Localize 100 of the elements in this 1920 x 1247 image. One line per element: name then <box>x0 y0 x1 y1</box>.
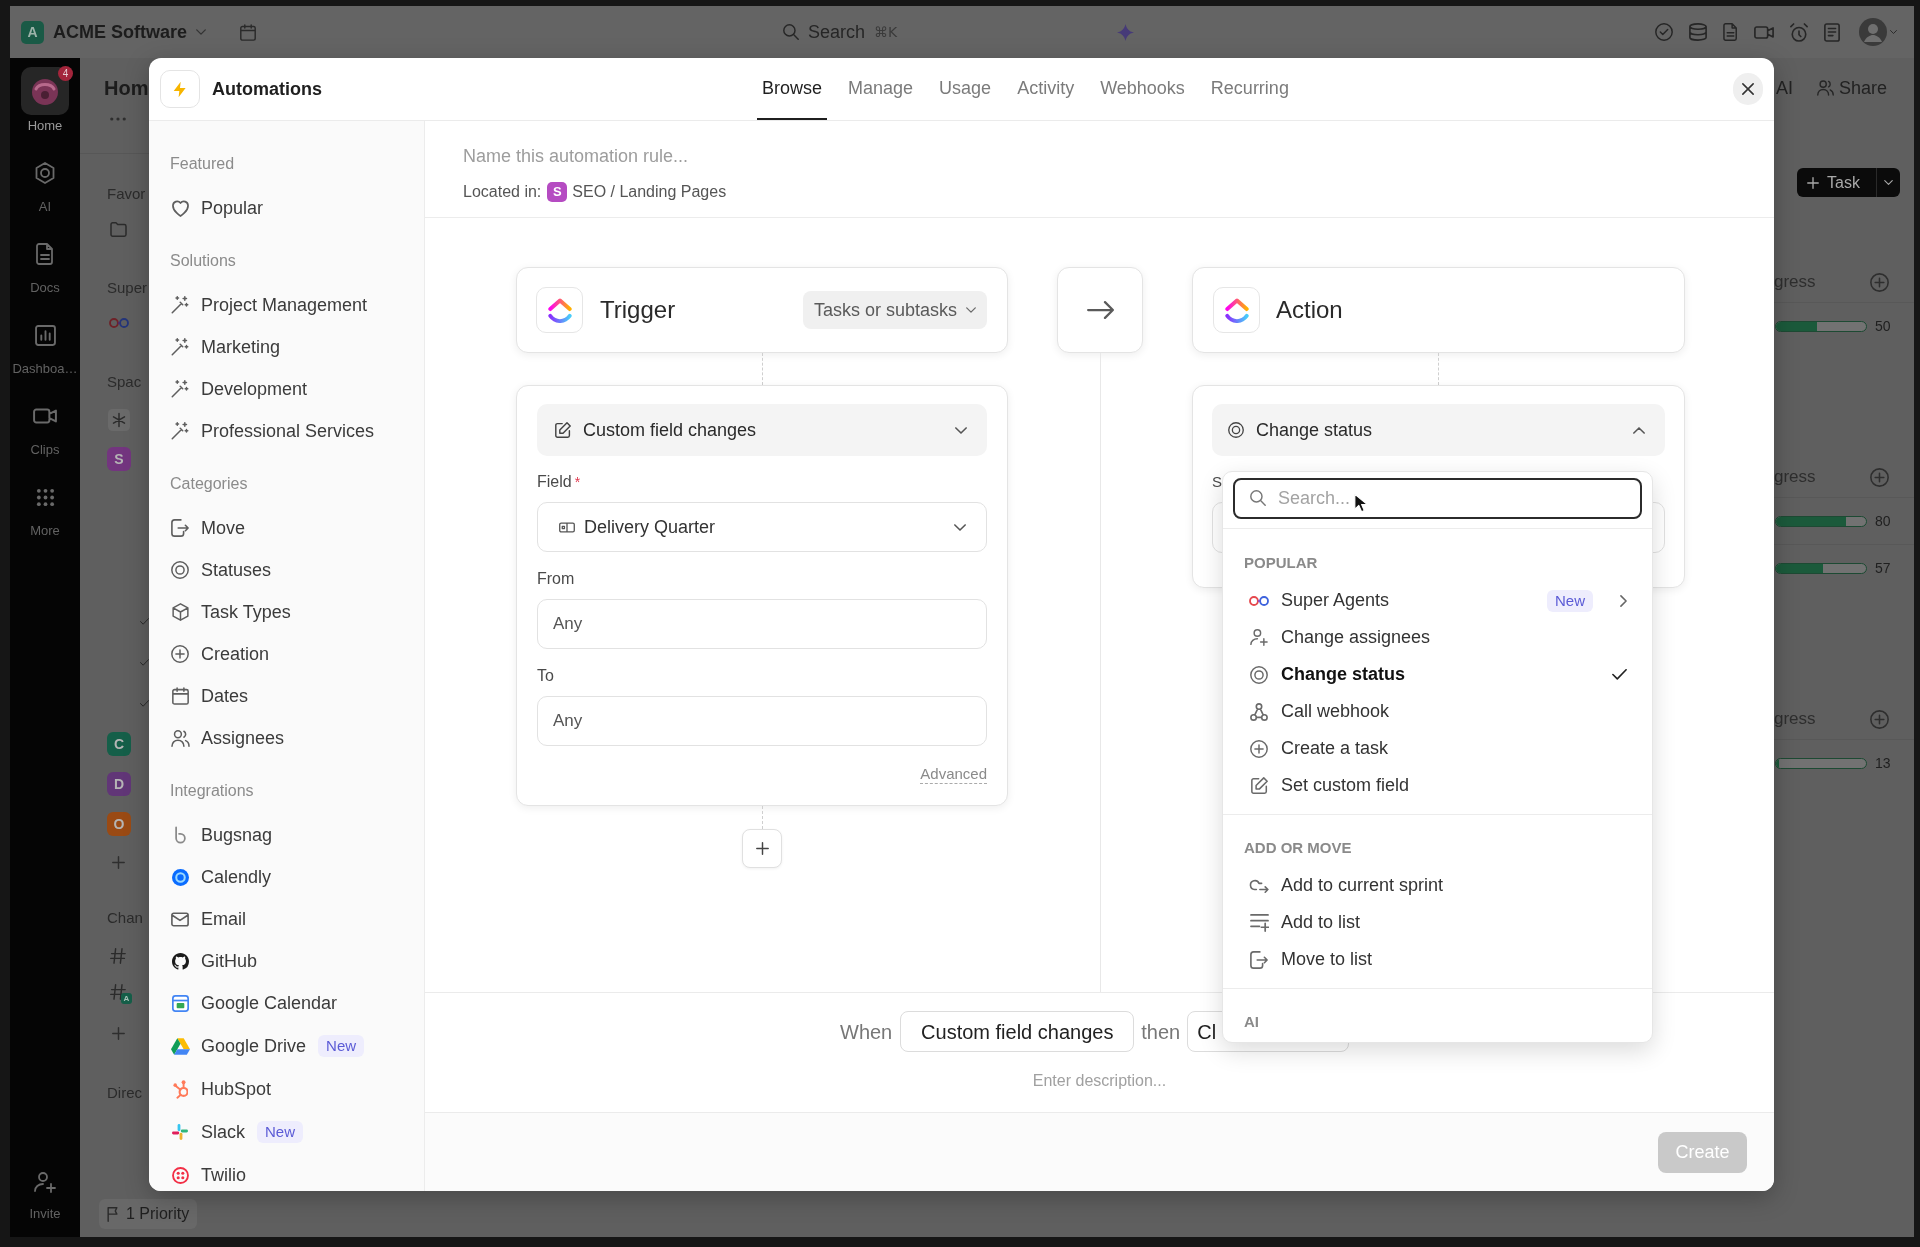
sidebar-item[interactable]: Popular <box>170 187 424 229</box>
sidebar-item[interactable]: Calendly <box>170 856 424 898</box>
value-field[interactable]: Any <box>537 696 987 746</box>
tab[interactable]: Usage <box>934 58 997 120</box>
event-select[interactable]: Change status <box>1212 404 1665 456</box>
close-button[interactable] <box>1733 73 1763 105</box>
magic-wand-icon <box>171 380 189 398</box>
search-field[interactable]: Search... <box>1233 478 1642 519</box>
menu-item[interactable]: Call webhook <box>1223 693 1652 730</box>
menu-item[interactable]: Add to current sprint <box>1223 867 1652 904</box>
sidebar-item[interactable]: HubSpot <box>170 1068 424 1110</box>
add-task-button[interactable]: Task <box>1797 168 1900 197</box>
sidebar-item[interactable]: Bugsnag <box>170 814 424 856</box>
nodes-icon <box>1250 702 1268 721</box>
event-select[interactable]: Custom field changes <box>537 404 987 456</box>
menu-heading: AI <box>1244 1011 1259 1032</box>
location-path[interactable]: SEO / Landing Pages <box>572 180 727 204</box>
video-camera-icon <box>33 408 57 424</box>
sidebar-item[interactable]: Task Types <box>170 591 424 633</box>
mouse-pointer-icon <box>1354 493 1368 513</box>
scope-select[interactable]: Tasks or subtasks <box>802 291 987 329</box>
cube-icon <box>171 603 189 621</box>
new-badge: New <box>1547 589 1593 612</box>
notepad-icon <box>1824 22 1840 42</box>
sidebar-item[interactable]: Statuses <box>170 549 424 591</box>
sidebar-item[interactable]: Google Drive New <box>170 1024 424 1068</box>
cat-logo-icon <box>171 952 189 970</box>
more-icon <box>110 117 126 121</box>
card-title: Action <box>1276 295 1343 325</box>
calendar-icon <box>240 23 256 41</box>
rail-button[interactable]: 4 Home <box>10 58 80 150</box>
magic-wand-icon <box>171 422 189 440</box>
sidebar-item[interactable]: Development <box>170 368 424 410</box>
sidebar-item[interactable]: Dates <box>170 675 424 717</box>
progress-reading: 80 <box>1875 511 1891 531</box>
description-field[interactable]: Enter description... <box>949 1071 1250 1091</box>
chevron-logo-icon <box>1213 287 1260 333</box>
page-title: Hom <box>104 76 149 101</box>
channel-badge: A <box>121 993 132 1004</box>
sidebar-item[interactable]: Creation <box>170 633 424 675</box>
sidebar-item[interactable]: Google Calendar <box>170 982 424 1024</box>
box-arrow-icon <box>1250 950 1268 969</box>
check-icon <box>140 700 149 707</box>
sidebar-item[interactable]: Twilio <box>170 1154 424 1191</box>
sidebar-item[interactable]: Professional Services <box>170 410 424 452</box>
location-label: Located in: <box>463 182 542 202</box>
space-avatar[interactable]: C <box>107 732 131 756</box>
plus-icon <box>112 855 125 869</box>
menu-item[interactable]: Set custom field <box>1223 767 1652 804</box>
tab[interactable]: Manage <box>843 58 919 120</box>
card-title: Trigger <box>600 295 676 325</box>
chevron-down-icon <box>966 307 976 313</box>
target-icon <box>1250 665 1268 684</box>
sidebar-item[interactable]: Slack New <box>170 1110 424 1154</box>
value-field[interactable]: Any <box>537 599 987 649</box>
menu-item[interactable]: Create a task <box>1223 730 1652 767</box>
sidebar-item[interactable]: Project Management <box>170 284 424 326</box>
trigger-chip[interactable]: Custom field changes <box>900 1011 1135 1052</box>
section-heading: Categories <box>170 474 248 494</box>
workspace-logo[interactable]: A <box>21 20 44 44</box>
space-avatar[interactable]: D <box>107 772 131 796</box>
sidebar-item[interactable]: Move <box>170 507 424 549</box>
tab[interactable]: Recurring <box>1205 58 1294 120</box>
chevron-logo-icon <box>536 287 583 333</box>
menu-heading: POPULAR <box>1244 552 1318 573</box>
target-icon <box>1228 422 1244 438</box>
sidebar-item[interactable]: Assignees <box>170 717 424 759</box>
menu-item[interactable]: Move to list <box>1223 941 1652 978</box>
menu-heading: ADD OR MOVE <box>1244 837 1352 858</box>
field-select[interactable]: Delivery Quarter <box>537 502 987 552</box>
advanced-link[interactable]: Advanced <box>920 764 987 784</box>
dialog-title: Automations <box>212 77 322 101</box>
new-badge: New <box>318 1035 365 1057</box>
menu-item[interactable]: Change status <box>1223 656 1652 693</box>
tab[interactable]: Webhooks <box>1095 58 1190 120</box>
person-plus-icon <box>34 1172 56 1193</box>
grid-icon <box>35 487 55 507</box>
database-icon <box>1689 23 1707 41</box>
sidebar-item[interactable]: Marketing <box>170 326 424 368</box>
sidebar-item[interactable]: GitHub <box>170 940 424 982</box>
field-label: From <box>537 569 575 589</box>
home-icon <box>21 67 69 115</box>
plus-icon <box>112 1026 125 1040</box>
glasses-icon <box>1249 595 1269 606</box>
envelope-icon <box>171 911 189 927</box>
tab[interactable]: Browse <box>757 58 828 120</box>
menu-item[interactable]: Super Agents New <box>1223 582 1652 619</box>
hook-logo-icon <box>174 826 186 844</box>
space-badge: S <box>547 182 568 202</box>
field-label: S <box>1212 471 1222 492</box>
space-avatar[interactable]: S <box>107 447 131 471</box>
calendar-logo-icon <box>171 994 189 1012</box>
people-icon <box>170 729 190 747</box>
hash-icon <box>110 984 126 1000</box>
rule-name-field[interactable]: Name this automation rule... <box>463 143 1063 169</box>
menu-item[interactable]: Add to list <box>1223 904 1652 941</box>
sidebar-item[interactable]: Email <box>170 898 424 940</box>
progress-reading: 50 <box>1875 316 1891 336</box>
menu-item[interactable]: Change assignees <box>1223 619 1652 656</box>
tab[interactable]: Activity <box>1012 58 1080 120</box>
